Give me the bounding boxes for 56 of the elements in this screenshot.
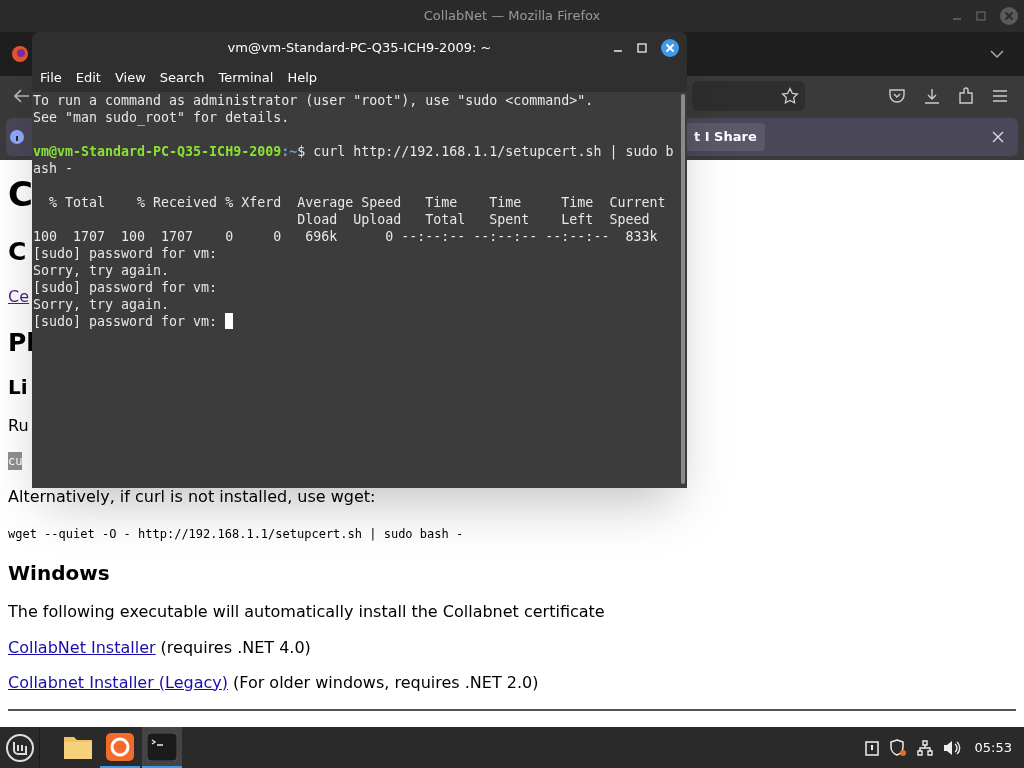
- shield-icon[interactable]: [888, 738, 907, 757]
- terminal-line: [sudo] password for vm:: [33, 279, 218, 296]
- prompt-user: vm@vm-Standard-PC-Q35-ICH9-2009: [33, 143, 282, 160]
- heading: Windows: [8, 559, 110, 587]
- terminal-line: [sudo] password for vm:: [33, 313, 219, 330]
- clipboard-icon[interactable]: [864, 739, 879, 756]
- volume-icon[interactable]: [942, 739, 961, 756]
- download-icon[interactable]: [924, 88, 940, 104]
- menu-item[interactable]: Search: [153, 68, 211, 88]
- menu-item[interactable]: View: [108, 68, 152, 88]
- terminal-line: 100 1707 100 1707 0 0 696k 0 --:--:-- --:--:-- --:--:-- 833k: [33, 228, 658, 245]
- close-icon[interactable]: [992, 131, 1004, 143]
- code-line: wget --quiet -O - http://192.168.1.1/setupcert.sh | sudo bash -: [8, 525, 464, 543]
- prompt-path: :~: [281, 143, 298, 160]
- terminal-line: % Total % Received % Xferd Average Speed Time Time Time Current: [48, 194, 666, 211]
- heading: Li: [8, 373, 28, 401]
- window-title: CollabNet — Mozilla Firefox: [422, 7, 602, 26]
- link[interactable]: CollabNet Installer: [8, 635, 156, 660]
- star-icon[interactable]: [781, 87, 799, 105]
- terminal-icon[interactable]: [147, 732, 177, 761]
- paragraph: Alternatively, if curl is not installed, use wget:: [8, 485, 376, 508]
- pocket-icon[interactable]: [888, 88, 906, 104]
- taskbar-app[interactable]: [142, 727, 182, 768]
- paragraph: The following executable will automatically install the Collabnet certificate: [8, 600, 605, 623]
- paragraph: Ru: [8, 414, 29, 437]
- heading: C: [8, 172, 33, 216]
- link-note: (requires .NET 4.0): [160, 636, 311, 659]
- notification-button[interactable]: t I Share: [686, 123, 765, 151]
- menu-item[interactable]: Edit: [69, 68, 107, 88]
- chevron-down-icon[interactable]: [990, 49, 1004, 59]
- terminal-line: Sorry, try again.: [33, 262, 170, 279]
- code-snippet: cu: [8, 452, 23, 470]
- clock[interactable]: 05:53: [974, 737, 1012, 758]
- terminal-line: [sudo] password for vm:: [33, 245, 218, 262]
- menu-item[interactable]: File: [34, 68, 68, 88]
- cursor: [225, 313, 234, 329]
- network-icon[interactable]: [916, 739, 933, 756]
- scrollbar[interactable]: [681, 94, 685, 484]
- terminal-line: ash -: [33, 160, 74, 177]
- link[interactable]: Collabnet Installer (Legacy): [8, 670, 228, 695]
- terminal-line: See "man sudo_root" for details.: [33, 109, 290, 126]
- close-icon[interactable]: [661, 39, 679, 57]
- heading: C: [8, 235, 27, 268]
- terminal-line: Dload Upload Total Spent Left Speed: [296, 211, 650, 228]
- menu-item[interactable]: Terminal: [212, 68, 280, 88]
- back-arrow-icon[interactable]: [14, 89, 30, 103]
- menu-item[interactable]: Help: [281, 68, 324, 88]
- terminal-line: To run a command as administrator (user "root"), use "sudo <command>".: [33, 92, 594, 109]
- window-title: vm@vm-Standard-PC-Q35-ICH9-2009: ~: [226, 39, 493, 58]
- info-icon: [10, 130, 24, 144]
- menu-icon[interactable]: [992, 89, 1008, 103]
- link[interactable]: Ce: [8, 285, 29, 309]
- terminal-command: $ curl http://192.168.1.1/setupcert.sh | sudo b: [297, 143, 674, 160]
- url-field[interactable]: [692, 81, 805, 111]
- link-note: (For older windows, requires .NET 2.0): [233, 671, 539, 694]
- terminal-line: Sorry, try again.: [33, 296, 170, 313]
